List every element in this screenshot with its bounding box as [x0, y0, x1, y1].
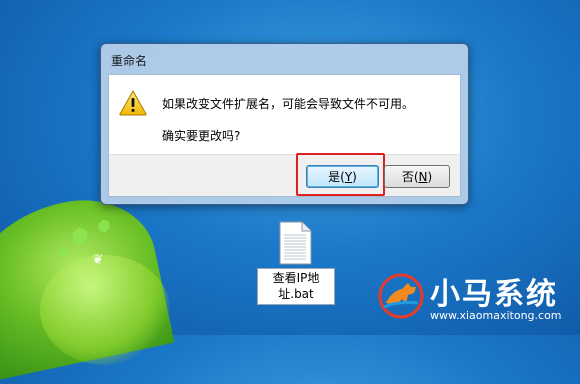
yes-label: 是	[328, 170, 341, 184]
message-area: 如果改变文件扩展名，可能会导致文件不可用。 确实要更改吗?	[109, 75, 460, 155]
no-button[interactable]: 否(N)	[384, 165, 450, 188]
butterfly-icon: ❦	[92, 252, 104, 268]
no-accel: N	[418, 169, 428, 184]
logo-text: 小马系统	[430, 277, 558, 312]
button-bar: 是(Y) 否(N)	[109, 153, 460, 196]
rename-dialog: 重命名 如果改变文件扩展名，可能会导致文件不可用。 确实要更改吗? 是 (Y …	[100, 43, 469, 205]
confirm-question: 确实要更改吗?	[162, 129, 241, 143]
yes-button[interactable]: 是(Y)	[306, 165, 379, 188]
warning-icon	[119, 90, 147, 116]
file-name-line2: 址.bat	[278, 287, 314, 301]
warning-message: 如果改变文件扩展名，可能会导致文件不可用。	[162, 97, 415, 111]
dialog-client: 如果改变文件扩展名，可能会导致文件不可用。 确实要更改吗? 是(Y) 否(N)	[108, 74, 461, 197]
file-name-line1: 查看IP地	[272, 271, 320, 285]
dialog-title: 重命名	[111, 54, 148, 68]
logo-url: www.xiaomaxitong.com	[430, 309, 562, 322]
horse-logo-icon	[378, 273, 424, 319]
desktop: ❦ 重命名 如果改变文件扩展名，可能会导致文件不可用。 确实要更改吗? 是 (…	[0, 0, 580, 384]
dialog-titlebar[interactable]: 重命名	[101, 44, 468, 74]
watermark-logo: 小马系统 www.xiaomaxitong.com	[378, 267, 578, 333]
no-label: 否	[401, 170, 414, 184]
bat-file-icon[interactable]	[277, 221, 313, 265]
wallpaper-glow	[40, 255, 170, 365]
yes-accel: Y	[344, 169, 353, 184]
file-name-label[interactable]: 查看IP地 址.bat	[257, 268, 335, 305]
